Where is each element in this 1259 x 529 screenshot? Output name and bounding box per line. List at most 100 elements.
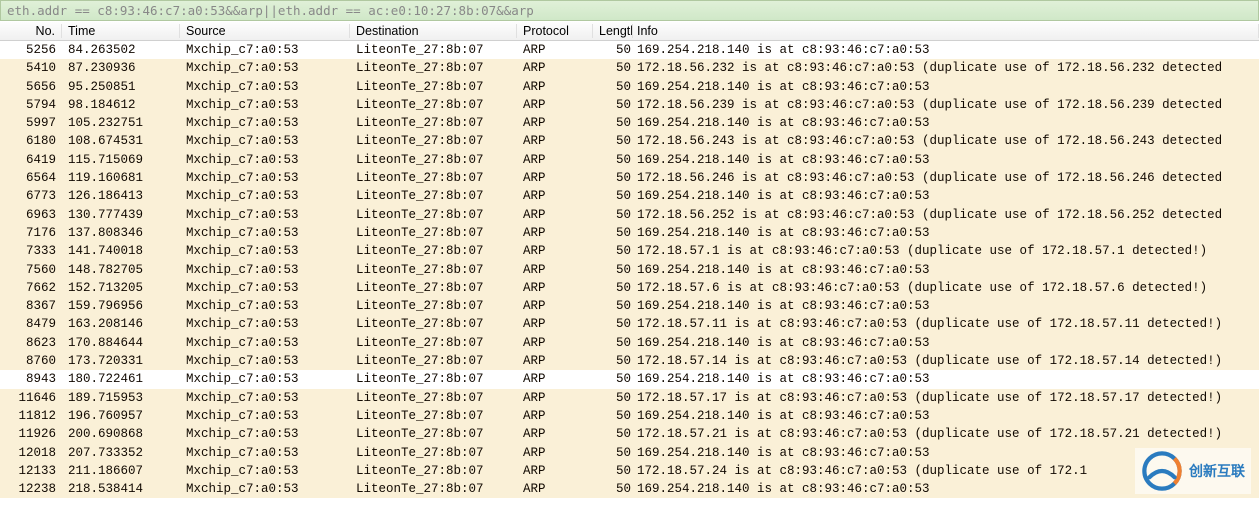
packet-row[interactable]: 12133211.186607Mxchip_c7:a0:53LiteonTe_2… bbox=[0, 462, 1259, 480]
cell-length: 50 bbox=[593, 425, 633, 443]
cell-length: 50 bbox=[593, 407, 633, 425]
cell-destination: LiteonTe_27:8b:07 bbox=[350, 78, 517, 96]
cell-destination: LiteonTe_27:8b:07 bbox=[350, 206, 517, 224]
cell-length: 50 bbox=[593, 114, 633, 132]
cell-length: 50 bbox=[593, 444, 633, 462]
packet-row[interactable]: 11812196.760957Mxchip_c7:a0:53LiteonTe_2… bbox=[0, 407, 1259, 425]
packet-row[interactable]: 525684.263502Mxchip_c7:a0:53LiteonTe_27:… bbox=[0, 41, 1259, 59]
cell-info: 169.254.218.140 is at c8:93:46:c7:a0:53 bbox=[633, 224, 1259, 242]
packet-row[interactable]: 7333141.740018Mxchip_c7:a0:53LiteonTe_27… bbox=[0, 242, 1259, 260]
cell-no: 5656 bbox=[0, 78, 62, 96]
packet-row[interactable]: 11926200.690868Mxchip_c7:a0:53LiteonTe_2… bbox=[0, 425, 1259, 443]
cell-info: 172.18.57.14 is at c8:93:46:c7:a0:53 (du… bbox=[633, 352, 1259, 370]
cell-source: Mxchip_c7:a0:53 bbox=[180, 297, 350, 315]
packet-list[interactable]: 525684.263502Mxchip_c7:a0:53LiteonTe_27:… bbox=[0, 41, 1259, 498]
cell-destination: LiteonTe_27:8b:07 bbox=[350, 425, 517, 443]
cell-info: 169.254.218.140 is at c8:93:46:c7:a0:53 bbox=[633, 407, 1259, 425]
cell-protocol: ARP bbox=[517, 315, 593, 333]
cell-protocol: ARP bbox=[517, 206, 593, 224]
cell-length: 50 bbox=[593, 389, 633, 407]
cell-length: 50 bbox=[593, 59, 633, 77]
packet-row[interactable]: 8760173.720331Mxchip_c7:a0:53LiteonTe_27… bbox=[0, 352, 1259, 370]
cell-source: Mxchip_c7:a0:53 bbox=[180, 114, 350, 132]
packet-row[interactable]: 6963130.777439Mxchip_c7:a0:53LiteonTe_27… bbox=[0, 206, 1259, 224]
cell-length: 50 bbox=[593, 169, 633, 187]
packet-row[interactable]: 565695.250851Mxchip_c7:a0:53LiteonTe_27:… bbox=[0, 78, 1259, 96]
cell-destination: LiteonTe_27:8b:07 bbox=[350, 297, 517, 315]
cell-time: 141.740018 bbox=[62, 242, 180, 260]
cell-info: 169.254.218.140 is at c8:93:46:c7:a0:53 bbox=[633, 151, 1259, 169]
cell-source: Mxchip_c7:a0:53 bbox=[180, 261, 350, 279]
cell-time: 180.722461 bbox=[62, 370, 180, 388]
cell-length: 50 bbox=[593, 132, 633, 150]
cell-info: 172.18.56.232 is at c8:93:46:c7:a0:53 (d… bbox=[633, 59, 1259, 77]
cell-time: 152.713205 bbox=[62, 279, 180, 297]
packet-row[interactable]: 6564119.160681Mxchip_c7:a0:53LiteonTe_27… bbox=[0, 169, 1259, 187]
packet-row[interactable]: 8479163.208146Mxchip_c7:a0:53LiteonTe_27… bbox=[0, 315, 1259, 333]
cell-no: 6180 bbox=[0, 132, 62, 150]
packet-row[interactable]: 6419115.715069Mxchip_c7:a0:53LiteonTe_27… bbox=[0, 151, 1259, 169]
col-header-time[interactable]: Time bbox=[62, 24, 180, 38]
col-header-protocol[interactable]: Protocol bbox=[517, 24, 593, 38]
packet-row[interactable]: 5997105.232751Mxchip_c7:a0:53LiteonTe_27… bbox=[0, 114, 1259, 132]
cell-time: 105.232751 bbox=[62, 114, 180, 132]
packet-row[interactable]: 7662152.713205Mxchip_c7:a0:53LiteonTe_27… bbox=[0, 279, 1259, 297]
cell-protocol: ARP bbox=[517, 187, 593, 205]
cell-no: 6963 bbox=[0, 206, 62, 224]
packet-row[interactable]: 8367159.796956Mxchip_c7:a0:53LiteonTe_27… bbox=[0, 297, 1259, 315]
display-filter-input[interactable]: eth.addr == c8:93:46:c7:a0:53&&arp||eth.… bbox=[0, 0, 1259, 21]
packet-row[interactable]: 12238218.538414Mxchip_c7:a0:53LiteonTe_2… bbox=[0, 480, 1259, 498]
cell-source: Mxchip_c7:a0:53 bbox=[180, 480, 350, 498]
packet-row[interactable]: 12018207.733352Mxchip_c7:a0:53LiteonTe_2… bbox=[0, 444, 1259, 462]
cell-length: 50 bbox=[593, 206, 633, 224]
cell-time: 126.186413 bbox=[62, 187, 180, 205]
cell-time: 137.808346 bbox=[62, 224, 180, 242]
cell-protocol: ARP bbox=[517, 352, 593, 370]
cell-length: 50 bbox=[593, 151, 633, 169]
cell-length: 50 bbox=[593, 96, 633, 114]
packet-row[interactable]: 6180108.674531Mxchip_c7:a0:53LiteonTe_27… bbox=[0, 132, 1259, 150]
cell-no: 12133 bbox=[0, 462, 62, 480]
cell-protocol: ARP bbox=[517, 96, 593, 114]
cell-no: 8367 bbox=[0, 297, 62, 315]
col-header-destination[interactable]: Destination bbox=[350, 24, 517, 38]
packet-row[interactable]: 8623170.884644Mxchip_c7:a0:53LiteonTe_27… bbox=[0, 334, 1259, 352]
cell-protocol: ARP bbox=[517, 261, 593, 279]
cell-length: 50 bbox=[593, 315, 633, 333]
col-header-source[interactable]: Source bbox=[180, 24, 350, 38]
cell-destination: LiteonTe_27:8b:07 bbox=[350, 224, 517, 242]
watermark-text: 创新互联 bbox=[1189, 461, 1245, 481]
cell-protocol: ARP bbox=[517, 151, 593, 169]
cell-destination: LiteonTe_27:8b:07 bbox=[350, 480, 517, 498]
packet-row[interactable]: 7560148.782705Mxchip_c7:a0:53LiteonTe_27… bbox=[0, 261, 1259, 279]
cell-time: 115.715069 bbox=[62, 151, 180, 169]
cell-no: 5256 bbox=[0, 41, 62, 59]
cell-no: 7333 bbox=[0, 242, 62, 260]
packet-row[interactable]: 11646189.715953Mxchip_c7:a0:53LiteonTe_2… bbox=[0, 389, 1259, 407]
cell-time: 207.733352 bbox=[62, 444, 180, 462]
cell-info: 172.18.57.21 is at c8:93:46:c7:a0:53 (du… bbox=[633, 425, 1259, 443]
cell-time: 200.690868 bbox=[62, 425, 180, 443]
cell-destination: LiteonTe_27:8b:07 bbox=[350, 96, 517, 114]
col-header-no[interactable]: No. bbox=[0, 24, 62, 38]
cell-no: 5997 bbox=[0, 114, 62, 132]
packet-row[interactable]: 6773126.186413Mxchip_c7:a0:53LiteonTe_27… bbox=[0, 187, 1259, 205]
packet-row[interactable]: 541087.230936Mxchip_c7:a0:53LiteonTe_27:… bbox=[0, 59, 1259, 77]
cell-protocol: ARP bbox=[517, 370, 593, 388]
cell-protocol: ARP bbox=[517, 279, 593, 297]
packet-row[interactable]: 7176137.808346Mxchip_c7:a0:53LiteonTe_27… bbox=[0, 224, 1259, 242]
cell-time: 159.796956 bbox=[62, 297, 180, 315]
packet-row[interactable]: 579498.184612Mxchip_c7:a0:53LiteonTe_27:… bbox=[0, 96, 1259, 114]
cell-length: 50 bbox=[593, 279, 633, 297]
cell-no: 6419 bbox=[0, 151, 62, 169]
cell-protocol: ARP bbox=[517, 41, 593, 59]
packet-row[interactable]: 8943180.722461Mxchip_c7:a0:53LiteonTe_27… bbox=[0, 370, 1259, 388]
cell-source: Mxchip_c7:a0:53 bbox=[180, 352, 350, 370]
cell-no: 8623 bbox=[0, 334, 62, 352]
col-header-length[interactable]: Length bbox=[593, 24, 633, 38]
col-header-info[interactable]: Info bbox=[633, 24, 1259, 38]
cell-no: 11812 bbox=[0, 407, 62, 425]
cell-length: 50 bbox=[593, 261, 633, 279]
cell-source: Mxchip_c7:a0:53 bbox=[180, 151, 350, 169]
cell-info: 169.254.218.140 is at c8:93:46:c7:a0:53 bbox=[633, 370, 1259, 388]
